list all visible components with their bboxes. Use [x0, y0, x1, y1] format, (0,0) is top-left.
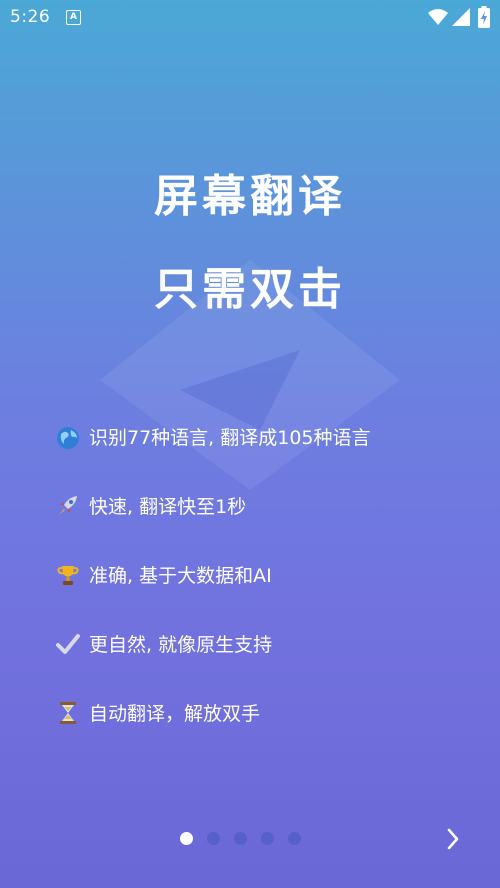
- page-dot-3[interactable]: [234, 832, 247, 845]
- feature-text: 更自然, 就像原生支持: [89, 634, 273, 656]
- rocket-icon: [59, 496, 77, 515]
- trophy-icon: [57, 566, 79, 585]
- battery-charging-icon: [478, 6, 490, 28]
- status-bar: 5:26 A: [0, 0, 500, 34]
- feature-item-auto: 自动翻译，解放双手: [55, 700, 485, 769]
- hourglass-icon: [60, 702, 76, 724]
- feature-item-accuracy: 准确, 基于大数据和AI: [55, 562, 485, 631]
- feature-item-speed: 快速, 翻译快至1秒: [55, 493, 485, 562]
- headline-line-2: 只需双击: [154, 264, 346, 315]
- status-time: 5:26: [10, 7, 51, 27]
- feature-text: 识别77种语言, 翻译成105种语言: [89, 427, 371, 449]
- feature-list: 识别77种语言, 翻译成105种语言 快速, 翻译快至1秒 准确, 基于大数据和…: [55, 424, 485, 769]
- check-mark-icon: [56, 634, 80, 654]
- page-dot-4[interactable]: [261, 832, 274, 845]
- page-indicator: [180, 832, 301, 845]
- globe-icon: [57, 427, 79, 449]
- feature-text: 自动翻译，解放双手: [89, 703, 261, 725]
- next-button[interactable]: [436, 822, 470, 856]
- headline-line-1: 屏幕翻译: [154, 171, 346, 222]
- page-dot-2[interactable]: [207, 832, 220, 845]
- feature-item-natural: 更自然, 就像原生支持: [55, 631, 485, 700]
- chevron-right-icon: [447, 828, 459, 850]
- feature-text: 准确, 基于大数据和AI: [89, 565, 272, 587]
- feature-text: 快速, 翻译快至1秒: [89, 496, 247, 518]
- feature-item-languages: 识别77种语言, 翻译成105种语言: [55, 424, 485, 493]
- notification-a-icon: A: [66, 10, 81, 25]
- page-dot-5[interactable]: [288, 832, 301, 845]
- signal-icon: [452, 8, 470, 26]
- wifi-icon: [428, 9, 448, 25]
- page-dot-1[interactable]: [180, 832, 193, 845]
